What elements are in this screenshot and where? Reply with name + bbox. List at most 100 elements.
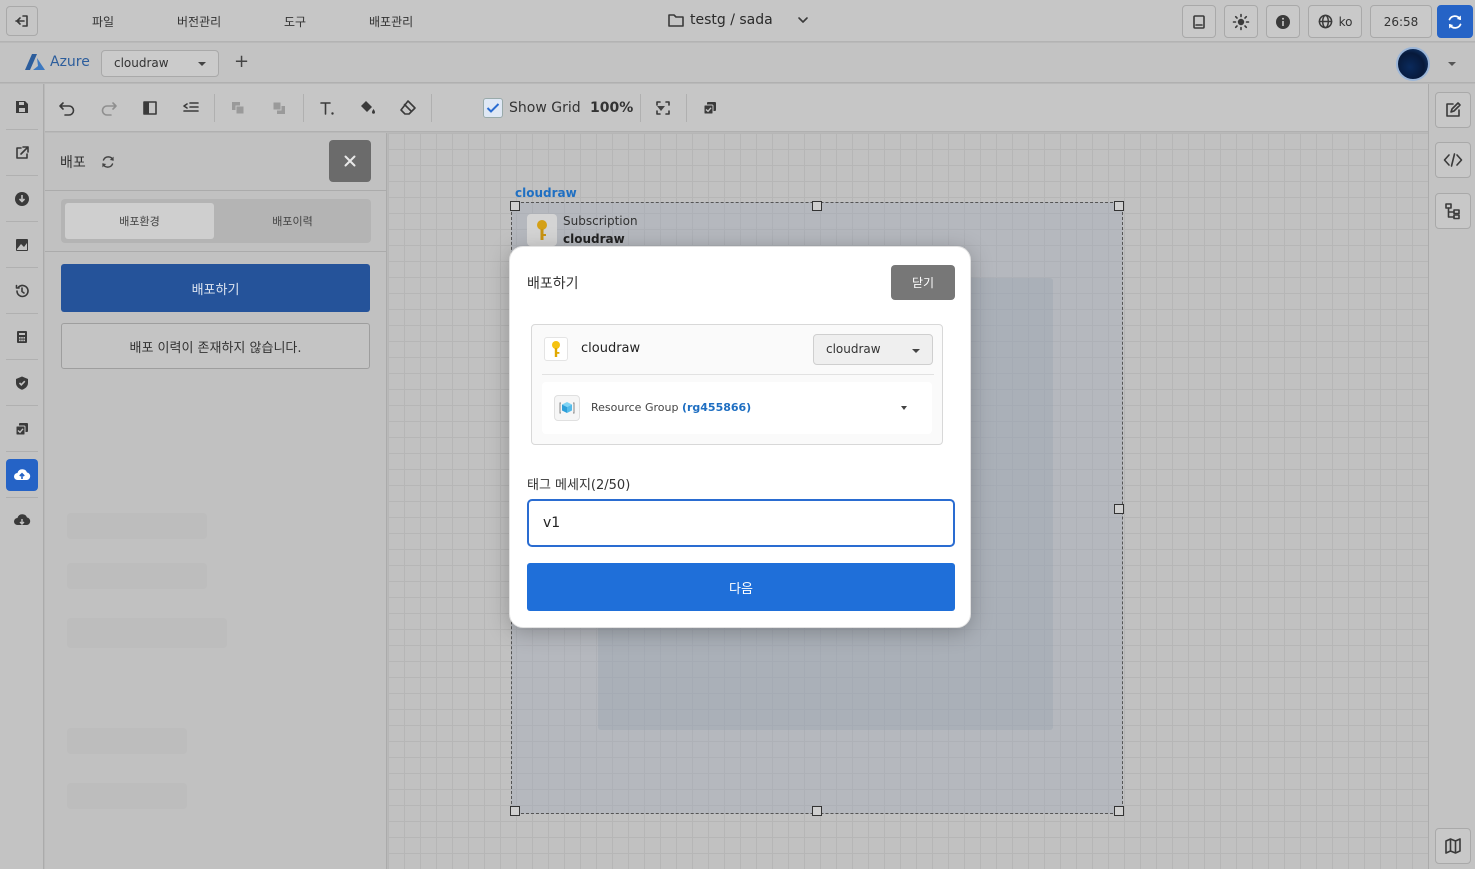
- cloud-bar: Azure cloudraw +: [0, 43, 1475, 83]
- subscription-node-icon: [527, 214, 557, 246]
- card-divider: [542, 374, 934, 375]
- history-button[interactable]: [6, 275, 38, 307]
- resize-handle[interactable]: [812, 806, 822, 816]
- panel-tabs: 배포환경 배포이력: [61, 199, 371, 243]
- redo-button[interactable]: [97, 96, 121, 120]
- project-selector[interactable]: testg / sada: [668, 12, 809, 28]
- save-button[interactable]: [6, 91, 38, 123]
- rail-divider: [6, 129, 38, 130]
- tag-message-label: 태그 메세지(2/50): [527, 478, 631, 493]
- editor-toolbar: Show Grid 100%: [45, 84, 1428, 132]
- subscription-dropdown-value: cloudraw: [826, 342, 881, 356]
- outdent-button[interactable]: [179, 96, 203, 120]
- undo-button[interactable]: [55, 96, 79, 120]
- tree-button[interactable]: [1435, 193, 1471, 229]
- rail-divider: [6, 221, 38, 222]
- check-icon: [486, 103, 500, 113]
- menu-item-tools[interactable]: 도구: [284, 13, 306, 30]
- code-button[interactable]: [1435, 142, 1471, 178]
- add-tab-button[interactable]: +: [234, 51, 249, 72]
- resize-handle[interactable]: [1114, 201, 1124, 211]
- resource-group-id: (rg455866): [681, 401, 752, 414]
- history-icon: [15, 284, 29, 298]
- fullscreen-icon: [656, 101, 670, 115]
- cloud-sync-button[interactable]: [6, 505, 38, 537]
- show-grid-checkbox[interactable]: [483, 98, 503, 118]
- key-icon: [537, 220, 547, 240]
- export-button[interactable]: [6, 137, 38, 169]
- subscription-card: cloudraw cloudraw Resource Group (rg4558…: [531, 324, 943, 445]
- panel-close-button[interactable]: [329, 140, 371, 182]
- next-button[interactable]: 다음: [527, 563, 955, 611]
- cloud-sync-icon: [14, 514, 31, 525]
- tag-message-input[interactable]: [527, 499, 955, 547]
- copy-check-icon: [15, 423, 28, 436]
- subscription-node-name: cloudraw: [563, 232, 625, 246]
- resource-group-dropdown[interactable]: Resource Group (rg455866): [542, 382, 932, 434]
- globe-icon: [1318, 14, 1332, 29]
- subscription-dropdown[interactable]: cloudraw: [813, 334, 933, 365]
- zoom-level[interactable]: 100%: [590, 100, 633, 116]
- caret-down-icon[interactable]: [1448, 62, 1456, 66]
- language-button[interactable]: ko: [1308, 5, 1362, 38]
- panel-toggle-button[interactable]: [138, 96, 162, 120]
- resize-handle[interactable]: [1114, 806, 1124, 816]
- eraser-button[interactable]: [396, 96, 420, 120]
- book-button[interactable]: [1182, 5, 1216, 38]
- deploy-button[interactable]: 배포하기: [61, 264, 370, 312]
- resources-button[interactable]: [6, 413, 38, 445]
- caret-down-icon: [912, 349, 920, 353]
- rail-divider: [6, 359, 38, 360]
- resize-handle[interactable]: [812, 201, 822, 211]
- fullscreen-button[interactable]: [651, 96, 675, 120]
- download-button[interactable]: [6, 183, 38, 215]
- menu-item-deploy[interactable]: 배포관리: [369, 13, 413, 30]
- duplicate-button[interactable]: [698, 96, 722, 120]
- blurred-list-item: [67, 563, 207, 589]
- exit-button[interactable]: [6, 6, 38, 36]
- deploy-nav-button[interactable]: [6, 459, 38, 491]
- tab-deploy-env[interactable]: 배포환경: [65, 203, 214, 239]
- azure-logo: Azure: [24, 53, 90, 71]
- toolbar-divider: [303, 94, 304, 122]
- cloud-upload-icon: [14, 469, 31, 480]
- sidebar-icon: [143, 101, 157, 115]
- cube-icon: [559, 402, 575, 414]
- subscription-select-value: cloudraw: [114, 56, 169, 70]
- deploy-panel: 배포 배포환경 배포이력 배포하기 배포 이력이 존재하지 않습니다.: [45, 133, 387, 869]
- resize-handle[interactable]: [510, 806, 520, 816]
- caret-down-icon: [901, 406, 907, 410]
- send-back-button[interactable]: [267, 96, 291, 120]
- sync-button[interactable]: [1437, 5, 1473, 38]
- info-button[interactable]: [1266, 5, 1300, 38]
- fill-color-button[interactable]: [356, 96, 380, 120]
- modal-close-button[interactable]: 닫기: [891, 265, 955, 300]
- toolbar-divider: [640, 94, 641, 122]
- chevron-down-icon: [797, 17, 808, 23]
- blurred-list-item: [67, 513, 207, 539]
- text-button[interactable]: [315, 96, 339, 120]
- refresh-icon[interactable]: [100, 154, 116, 170]
- resize-handle[interactable]: [1114, 504, 1124, 514]
- left-icon-rail: [0, 84, 44, 869]
- tab-deploy-history[interactable]: 배포이력: [218, 203, 367, 239]
- theme-button[interactable]: [1224, 5, 1258, 38]
- resource-group-label: Resource Group (rg455866): [591, 401, 751, 414]
- tree-icon: [1445, 203, 1460, 220]
- avatar[interactable]: [1396, 47, 1430, 81]
- toolbar-divider: [214, 94, 215, 122]
- calculator-button[interactable]: [6, 321, 38, 353]
- bring-front-button[interactable]: [226, 96, 250, 120]
- show-grid-label[interactable]: Show Grid: [509, 100, 581, 116]
- image-button[interactable]: [6, 229, 38, 261]
- map-button[interactable]: [1435, 828, 1471, 864]
- resource-group-icon: [554, 395, 580, 421]
- edit-button[interactable]: [1435, 92, 1471, 128]
- resize-handle[interactable]: [510, 201, 520, 211]
- security-button[interactable]: [6, 367, 38, 399]
- subscription-select[interactable]: cloudraw: [101, 50, 219, 77]
- menu-item-version[interactable]: 버전관리: [177, 13, 221, 30]
- duplicate-icon: [703, 102, 716, 115]
- menu-item-file[interactable]: 파일: [92, 13, 114, 30]
- panel-divider: [45, 190, 387, 191]
